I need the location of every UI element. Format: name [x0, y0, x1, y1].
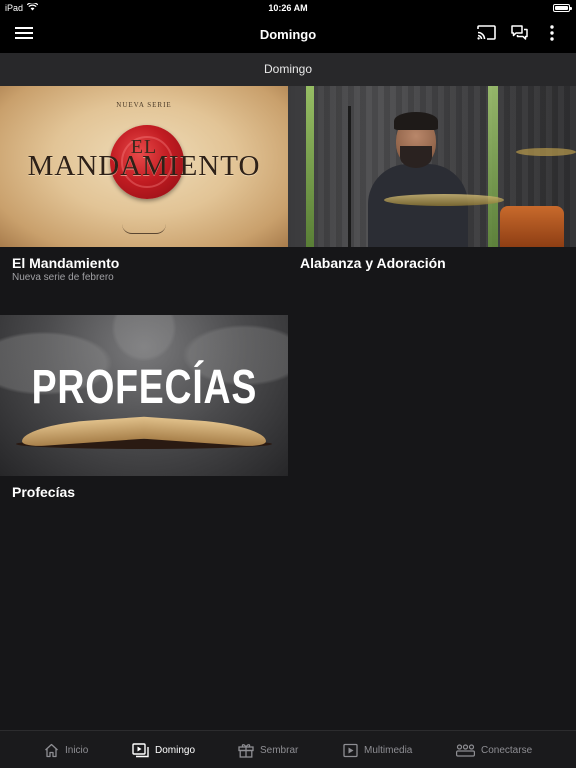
- messages-button[interactable]: [508, 24, 530, 46]
- card-image: PROFECÍAS: [0, 315, 288, 476]
- tab-label: Sembrar: [260, 744, 299, 756]
- battery-icon: [553, 4, 572, 12]
- drum: [500, 206, 564, 247]
- play-icon: [343, 743, 358, 758]
- tab-sembrar[interactable]: Sembrar: [238, 741, 298, 759]
- card-subtitle: Nueva serie de febrero: [12, 272, 114, 283]
- tab-label: Domingo: [155, 744, 196, 756]
- tab-label: Multimedia: [364, 744, 413, 756]
- card-image: NUEVA SERIE EL MANDAMIENTO: [0, 86, 288, 247]
- card-title: Alabanza y Adoración: [300, 255, 446, 271]
- people-icon: [456, 743, 475, 757]
- more-vertical-icon: [550, 24, 554, 46]
- tab-multimedia[interactable]: Multimedia: [343, 741, 412, 759]
- cast-icon: [476, 25, 496, 45]
- more-button[interactable]: [541, 24, 563, 46]
- card-image: [288, 86, 576, 247]
- card-title: Profecías: [12, 484, 76, 500]
- tab-bar: Inicio Domingo Sembrar Multimedia Conect…: [0, 730, 576, 768]
- tab-inicio[interactable]: Inicio: [44, 741, 88, 759]
- image-series-label: NUEVA SERIE: [116, 101, 172, 109]
- video-icon: [132, 742, 149, 758]
- chat-icon: [510, 25, 528, 45]
- home-icon: [44, 743, 59, 758]
- status-time: 10:26 AM: [268, 3, 308, 13]
- cast-button[interactable]: [475, 24, 497, 46]
- gift-icon: [238, 743, 254, 758]
- card-el-mandamiento[interactable]: NUEVA SERIE EL MANDAMIENTO El Mandamient…: [0, 86, 288, 306]
- status-bar: iPad 10:26 AM: [0, 0, 576, 16]
- tab-domingo[interactable]: Domingo: [132, 741, 195, 759]
- tab-label: Conectarse: [481, 744, 533, 756]
- section-header: Domingo: [0, 53, 576, 86]
- tab-conectarse[interactable]: Conectarse: [456, 741, 532, 759]
- signature: [122, 224, 166, 234]
- card-title: El Mandamiento: [12, 255, 120, 271]
- image-main-text: MANDAMIENTO: [27, 150, 261, 182]
- image-main-text: PROFECÍAS: [31, 361, 258, 414]
- book-image: [16, 416, 272, 449]
- card-profecias[interactable]: PROFECÍAS Profecías: [0, 315, 288, 515]
- tab-label: Inicio: [65, 744, 89, 756]
- nav-bar: Domingo: [0, 16, 576, 53]
- card-alabanza-y-adoracion[interactable]: Alabanza y Adoración: [288, 86, 576, 306]
